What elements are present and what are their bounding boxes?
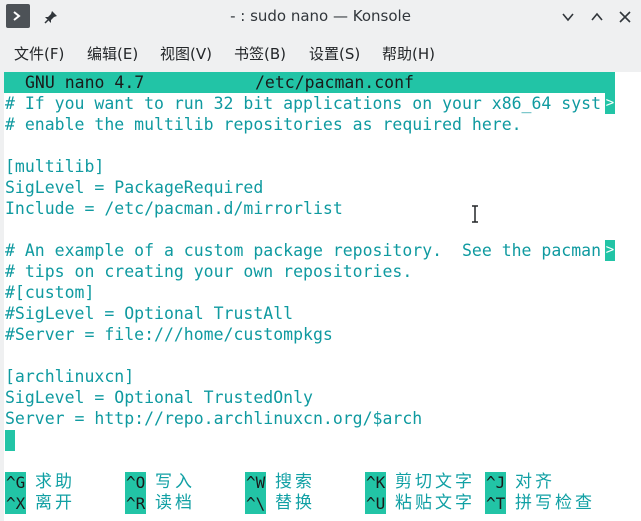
shortcut-label-exit: 离开 <box>35 493 75 513</box>
shortcut-label-spell: 拼写检查 <box>515 493 595 513</box>
window-title: - : sudo nano — Konsole <box>230 7 411 25</box>
shortcut-key: ^U <box>365 493 387 514</box>
line-truncation-marker: > <box>605 93 615 114</box>
editor-line: # If you want to run 32 bit applications… <box>5 94 602 113</box>
shortcut-label-paste: 粘贴文字 <box>395 493 475 513</box>
shortcut-key: ^O <box>125 472 147 493</box>
text-cursor <box>5 430 15 451</box>
terminal-icon[interactable] <box>6 4 30 28</box>
menu-edit[interactable]: 编辑(E) <box>87 43 138 64</box>
shortcut-label-justify: 对齐 <box>515 472 555 492</box>
editor-line: # tips on creating your own repositories… <box>5 262 413 281</box>
menu-file[interactable]: 文件(F) <box>14 43 64 64</box>
chevron-down-icon[interactable] <box>555 4 580 29</box>
editor-line: # enable the multilib repositories as re… <box>5 115 522 134</box>
shortcut-key: ^J <box>485 472 507 493</box>
shortcut-key: ^R <box>125 493 147 514</box>
file-name: /etc/pacman.conf <box>255 73 414 92</box>
title-bar: - : sudo nano — Konsole <box>0 0 641 33</box>
nano-header: GNU nano 4.7 /etc/pacman.conf <box>4 72 615 93</box>
pin-icon[interactable] <box>38 4 63 29</box>
shortcut-key: ^X <box>5 493 27 514</box>
editor-line: [multilib] <box>5 157 105 176</box>
shortcut-label-read: 读档 <box>155 493 195 513</box>
menu-bookmarks[interactable]: 书签(B) <box>234 43 286 64</box>
menu-settings[interactable]: 设置(S) <box>309 43 360 64</box>
shortcut-key: ^G <box>5 472 27 493</box>
editor-line: #[custom] <box>5 283 95 302</box>
menu-bar: 文件(F) 编辑(E) 视图(V) 书签(B) 设置(S) 帮助(H) <box>0 36 641 70</box>
mouse-ibeam-icon <box>471 205 479 223</box>
editor-line: [archlinuxcn] <box>5 367 135 386</box>
editor-line: Include = /etc/pacman.d/mirrorlist <box>5 199 343 218</box>
shortcut-key: ^\ <box>245 493 267 514</box>
shortcut-key: ^T <box>485 493 507 514</box>
shortcut-label-cut: 剪切文字 <box>395 472 475 492</box>
shortcut-key: ^K <box>365 472 387 493</box>
shortcut-label-help: 求助 <box>35 472 75 492</box>
menu-view[interactable]: 视图(V) <box>160 43 212 64</box>
nano-version: GNU nano 4.7 <box>25 73 145 92</box>
editor-line: SigLevel = PackageRequired <box>5 178 264 197</box>
shortcut-key: ^W <box>245 472 267 493</box>
close-icon[interactable] <box>612 4 637 29</box>
menu-help[interactable]: 帮助(H) <box>382 43 435 64</box>
editor-line: # An example of a custom package reposit… <box>5 241 602 260</box>
chevron-up-icon[interactable] <box>584 4 609 29</box>
editor-line: SigLevel = Optional TrustedOnly <box>5 388 313 407</box>
line-truncation-marker: > <box>605 240 615 261</box>
shortcut-label-search: 搜索 <box>275 472 315 492</box>
terminal-view[interactable]: GNU nano 4.7 /etc/pacman.conf # If you w… <box>4 72 641 521</box>
shortcut-label-write: 写入 <box>155 472 195 492</box>
editor-line: #Server = file:///home/custompkgs <box>5 325 333 344</box>
editor-line: #SigLevel = Optional TrustAll <box>5 304 294 323</box>
editor-line: Server = http://repo.archlinuxcn.org/$ar… <box>5 409 423 428</box>
shortcut-label-replace: 替换 <box>275 493 315 513</box>
